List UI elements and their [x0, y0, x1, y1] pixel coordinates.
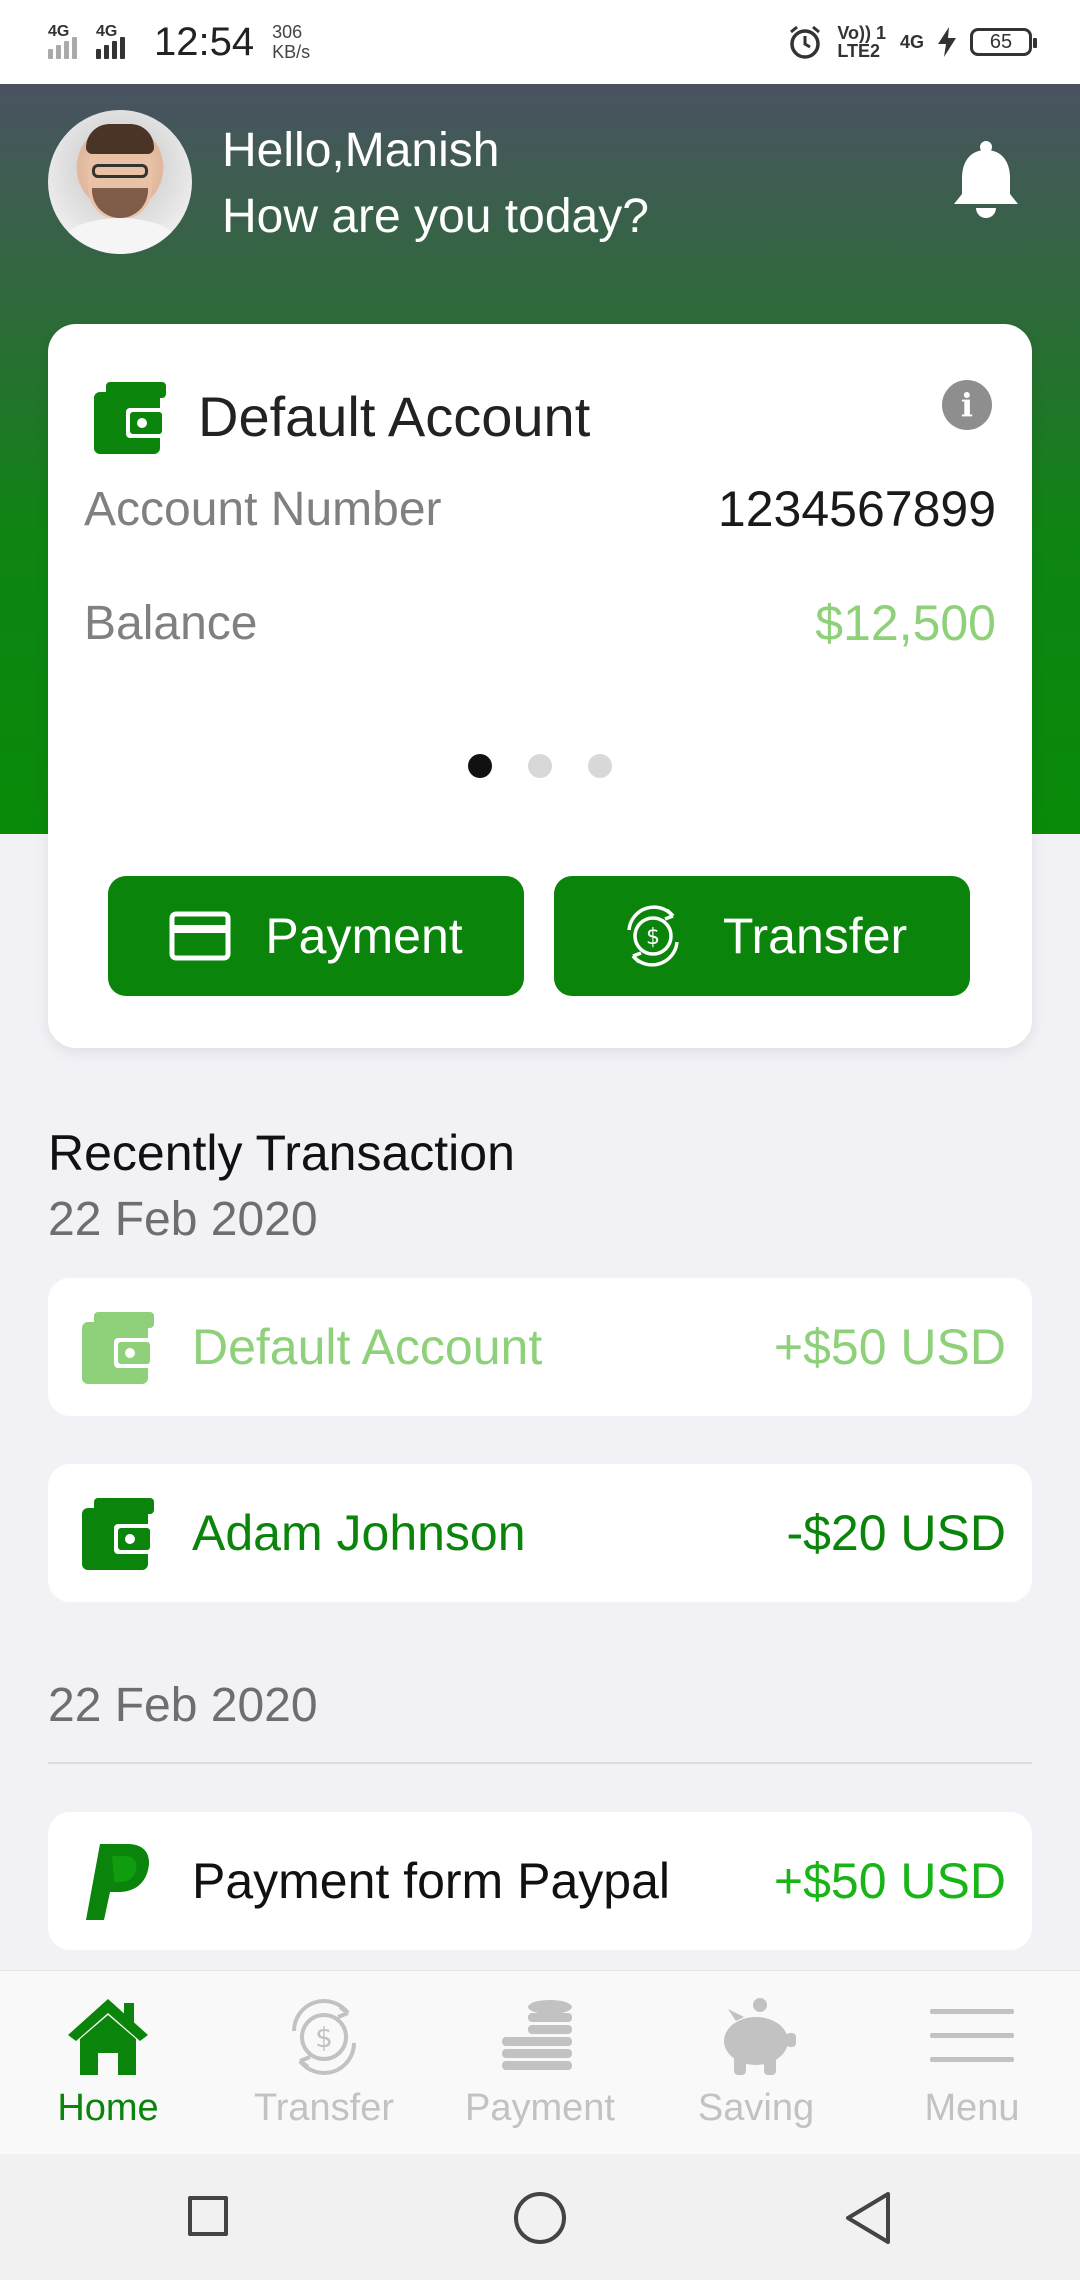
transaction-amount: +$50 USD [773, 1319, 1006, 1375]
status-bar: 4G 4G 12:54 306 KB/s Vo)) 1 LTE2 4G 65 [0, 0, 1080, 84]
account-number-label: Account Number [84, 483, 442, 536]
tab-payment[interactable]: Payment [432, 1971, 648, 2155]
paypal-icon [86, 1844, 150, 1920]
tab-menu[interactable]: Menu [864, 1971, 1080, 2155]
account-number-value: 1234567899 [717, 481, 996, 537]
balance-label: Balance [84, 597, 258, 650]
balance-value: $12,500 [815, 595, 996, 651]
payment-button-label: Payment [265, 908, 463, 964]
piggy-bank-icon [724, 1998, 796, 2075]
tab-saving[interactable]: Saving [648, 1971, 864, 2155]
network-type: 4G [899, 32, 924, 52]
credit-card-icon [169, 911, 231, 961]
svg-text:$: $ [646, 925, 660, 950]
greeting: Hello,Manish How are you today? [222, 118, 649, 250]
transaction-date: 22 Feb 2020 [48, 1193, 318, 1246]
pager-dot[interactable] [588, 754, 612, 778]
menu-icon [930, 2009, 1014, 2062]
bottom-tab-bar: Home $ Transfer Payment Saving Menu [0, 1970, 1080, 2155]
transaction-name: Default Account [192, 1319, 543, 1375]
home-icon [68, 1999, 148, 2075]
tab-home[interactable]: Home [0, 1971, 216, 2155]
account-card[interactable]: Default Account i Account Number 1234567… [48, 324, 1032, 1048]
pager-dot-active[interactable] [468, 754, 492, 778]
transfer-button-label: Transfer [722, 908, 908, 964]
transaction-date: 22 Feb 2020 [48, 1679, 318, 1732]
system-navigation-bar [0, 2154, 1080, 2280]
account-title: Default Account [198, 385, 591, 448]
transaction-item[interactable]: Payment form Paypal +$50 USD [48, 1812, 1032, 1950]
clock: 12:54 [154, 19, 255, 64]
transaction-amount: -$20 USD [786, 1505, 1006, 1561]
payment-button[interactable]: Payment [108, 876, 524, 996]
money-transfer-icon: $ [627, 905, 679, 967]
transaction-item[interactable]: Adam Johnson -$20 USD [48, 1464, 1032, 1602]
greeting-question: How are you today? [222, 190, 649, 243]
back-button[interactable] [844, 2190, 892, 2246]
tab-transfer[interactable]: $ Transfer [216, 1971, 432, 2155]
transaction-name: Payment form Paypal [192, 1853, 670, 1909]
wallet-icon [94, 382, 166, 454]
tab-label: Home [57, 2087, 159, 2129]
volte-indicator: Vo)) 1 LTE2 [837, 23, 886, 61]
alarm-icon [790, 25, 821, 59]
wallet-icon [82, 1312, 154, 1384]
transaction-amount: +$50 USD [773, 1853, 1006, 1909]
recent-apps-button[interactable] [188, 2196, 228, 2236]
signal-icon: 4G [96, 23, 136, 59]
battery-icon: 65 [970, 28, 1037, 56]
info-icon[interactable]: i [942, 380, 992, 430]
tab-label: Payment [465, 2087, 615, 2129]
tab-label: Saving [697, 2087, 815, 2129]
notification-bell-icon[interactable] [950, 140, 1022, 220]
transfer-button[interactable]: $ Transfer [554, 876, 970, 996]
avatar[interactable] [48, 110, 192, 254]
coins-icon [502, 2000, 572, 2070]
card-pager [48, 754, 1032, 778]
home-button[interactable] [514, 2192, 566, 2244]
tab-label: Transfer [253, 2087, 395, 2129]
transfer-icon: $ [292, 1999, 356, 2075]
signal-icon: 4G [48, 23, 88, 59]
transaction-name: Adam Johnson [192, 1505, 526, 1561]
tab-label: Menu [924, 2087, 1020, 2129]
charging-icon [938, 27, 956, 57]
wallet-icon [82, 1498, 154, 1570]
greeting-name: Hello,Manish [222, 124, 500, 177]
recent-transactions-title: Recently Transaction [48, 1125, 515, 1181]
pager-dot[interactable] [528, 754, 552, 778]
divider [48, 1762, 1032, 1764]
transaction-item[interactable]: Default Account +$50 USD [48, 1278, 1032, 1416]
network-speed: 306 KB/s [272, 22, 311, 62]
svg-text:$: $ [315, 2021, 333, 2054]
